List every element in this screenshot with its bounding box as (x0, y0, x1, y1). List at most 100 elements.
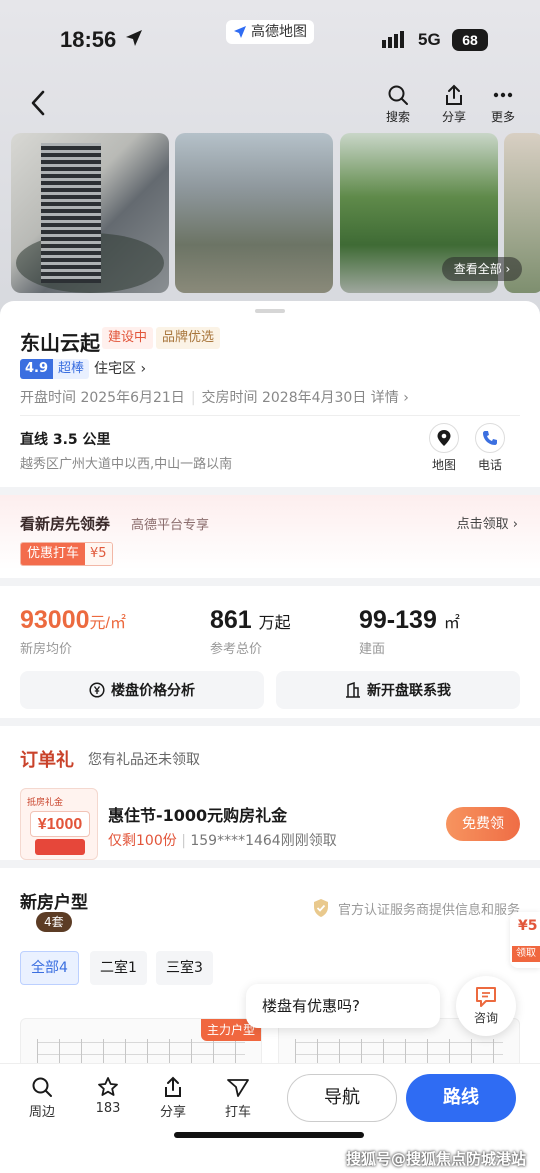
total-price-label: 参考总价 (210, 642, 263, 657)
chat-icon (476, 987, 496, 1007)
app-pill-label: 高德地图 (251, 24, 307, 40)
tower-model-shape (41, 143, 101, 283)
delivery-date: 2028年4月30日 (261, 390, 367, 406)
floorplan-header: 新房户型 (20, 893, 88, 913)
red-envelope-shape (35, 839, 85, 855)
gift-voucher-image: 抵房礼金 ¥1000 (20, 788, 98, 860)
photo-gallery[interactable]: 查看全部 › (11, 133, 540, 293)
rating-level: 超棒 (53, 359, 90, 379)
amap-logo-icon (234, 26, 246, 38)
search-icon (388, 85, 408, 105)
building-area: 99-139 ㎡ (359, 606, 460, 635)
share-button[interactable]: 分享 (432, 84, 476, 125)
question-bubble[interactable]: 楼盘有优惠吗? (246, 984, 440, 1028)
consult-button[interactable]: 咨询 (456, 976, 516, 1036)
total-price-unit: 万起 (258, 615, 291, 632)
more-button[interactable]: 更多 (481, 84, 525, 125)
coupon-card[interactable]: 看新房先领券 高德平台专享 点击领取 › 优惠打车 ¥5 (0, 495, 540, 578)
coupon-claim-link[interactable]: 点击领取 › (457, 513, 518, 532)
map-button[interactable]: 地图 (420, 423, 468, 473)
gift-name: 惠住节-1000元购房礼金 (108, 806, 288, 825)
taxi-coupon-value: ¥5 (85, 543, 112, 565)
price-analysis-label: 楼盘价格分析 (111, 683, 195, 699)
notify-opening-button[interactable]: 新开盘联系我 (276, 671, 520, 709)
gift-recent-claim: 159****1464刚刚领取 (190, 833, 337, 849)
coupon-title: 看新房先领券 (20, 515, 111, 533)
tab-favorite[interactable]: 183 (86, 1076, 130, 1116)
navigate-button[interactable]: 导航 (287, 1074, 397, 1122)
app-pill[interactable]: 高德地图 (226, 20, 314, 44)
watermark: 搜狐号@搜狐焦点防城港站 (345, 1150, 526, 1168)
sheet-handle[interactable] (255, 309, 285, 313)
notify-opening-label: 新开盘联系我 (367, 683, 451, 699)
order-gift-card: 订单礼 您有礼品还未领取 抵房礼金 ¥1000 惠住节-1000元购房礼金 仅剩… (0, 726, 540, 860)
taxi-coupon-label: 优惠打车 (21, 543, 86, 565)
avg-price: 93000元/㎡ (20, 606, 126, 635)
filter-all[interactable]: 全部4 (20, 951, 79, 985)
share-label: 分享 (441, 110, 466, 124)
gift-meta: 仅剩100份 | 159****1464刚刚领取 (108, 833, 337, 849)
tab-taxi-label: 打车 (224, 1105, 251, 1120)
route-button[interactable]: 路线 (406, 1074, 516, 1122)
total-price-value: 861 (210, 606, 252, 634)
distance: 直线 3.5 公里 (20, 432, 111, 448)
tab-taxi[interactable]: 打车 (216, 1076, 260, 1120)
certification-text: 官方认证服务商提供信息和服务 (338, 902, 521, 918)
phone-label: 电话 (477, 458, 502, 472)
gift-voucher-tag: 抵房礼金 (27, 798, 64, 808)
map-pin-icon (437, 430, 451, 446)
side-coupon-tab[interactable]: ¥5 领取 (510, 912, 540, 968)
tab-nearby[interactable]: 周边 (20, 1076, 64, 1120)
date-row: 开盘时间 2025年6月21日 | 交房时间 2028年4月30日 详情 › (20, 390, 409, 406)
coupon-subtitle: 高德平台专享 (131, 518, 210, 533)
phone-button[interactable]: 电话 (466, 423, 514, 473)
hero-area: 18:56 高德地图 5G 68 搜索 分享 更多 查看全部 › (0, 0, 540, 320)
signal-icon (382, 31, 404, 48)
taxi-coupon-chip[interactable]: 优惠打车 ¥5 (20, 542, 113, 566)
gift-remaining: 仅剩100份 (108, 833, 177, 849)
star-icon (98, 1077, 118, 1096)
back-arrow-icon[interactable] (24, 88, 54, 118)
building-icon (346, 682, 360, 698)
photo-city-aerial[interactable] (175, 133, 333, 293)
status-tag-brand: 品牌优选 (156, 327, 221, 349)
taxi-arrow-icon (227, 1079, 249, 1097)
gift-voucher-value: ¥1000 (30, 811, 90, 837)
delivery-date-label: 交房时间 (201, 390, 258, 406)
area-label: 建面 (359, 642, 386, 657)
share-icon (446, 84, 462, 105)
open-date-label: 开盘时间 (20, 390, 76, 406)
filter-two-room[interactable]: 二室1 (90, 951, 147, 985)
total-price: 861 万起 (210, 606, 291, 635)
bottom-tab-bar: 周边 183 分享 打车 导航 路线 搜狐号@搜狐焦点防城港站 (0, 1063, 540, 1173)
address: 越秀区广州大道中以西,中山一路以南 (20, 457, 233, 472)
view-all-photos-button[interactable]: 查看全部 › (442, 257, 522, 281)
consult-label: 咨询 (473, 1011, 498, 1025)
claim-gift-button[interactable]: 免费领 (446, 807, 520, 841)
battery-level: 68 (452, 29, 488, 51)
details-link[interactable]: 详情 › (371, 390, 409, 406)
price-analysis-button[interactable]: 楼盘价格分析 (20, 671, 264, 709)
rating-badge: 4.9 超棒 (20, 359, 90, 379)
map-button-ring (429, 423, 459, 453)
filter-three-room[interactable]: 三室3 (156, 951, 213, 985)
avg-price-unit: 元/㎡ (89, 615, 126, 632)
home-indicator (174, 1132, 364, 1138)
phone-icon (483, 431, 497, 445)
search-button[interactable]: 搜索 (376, 84, 420, 125)
tab-nearby-label: 周边 (28, 1105, 55, 1120)
side-coupon-label: 领取 (512, 946, 540, 962)
open-date: 2025年6月21日 (80, 390, 185, 406)
floorplan-count: 4套 (36, 912, 72, 932)
photo-tower-model[interactable] (11, 133, 169, 293)
property-type-link[interactable]: 住宅区 › (94, 359, 146, 379)
gift-header: 订单礼 (20, 750, 74, 771)
map-label: 地图 (431, 458, 456, 472)
search-nearby-icon (32, 1077, 52, 1097)
project-info-card: 东山云起 建设中 品牌优选 4.9 超棒 住宅区 › 开盘时间 2025年6月2… (0, 301, 540, 487)
tab-share-label: 分享 (159, 1105, 186, 1120)
tab-share[interactable]: 分享 (151, 1076, 195, 1120)
rating-score: 4.9 (20, 359, 54, 379)
price-card: 93000元/㎡ 新房均价 861 万起 参考总价 99-139 ㎡ 建面 楼盘… (0, 586, 540, 718)
status-bar: 18:56 高德地图 5G 68 (0, 0, 540, 80)
